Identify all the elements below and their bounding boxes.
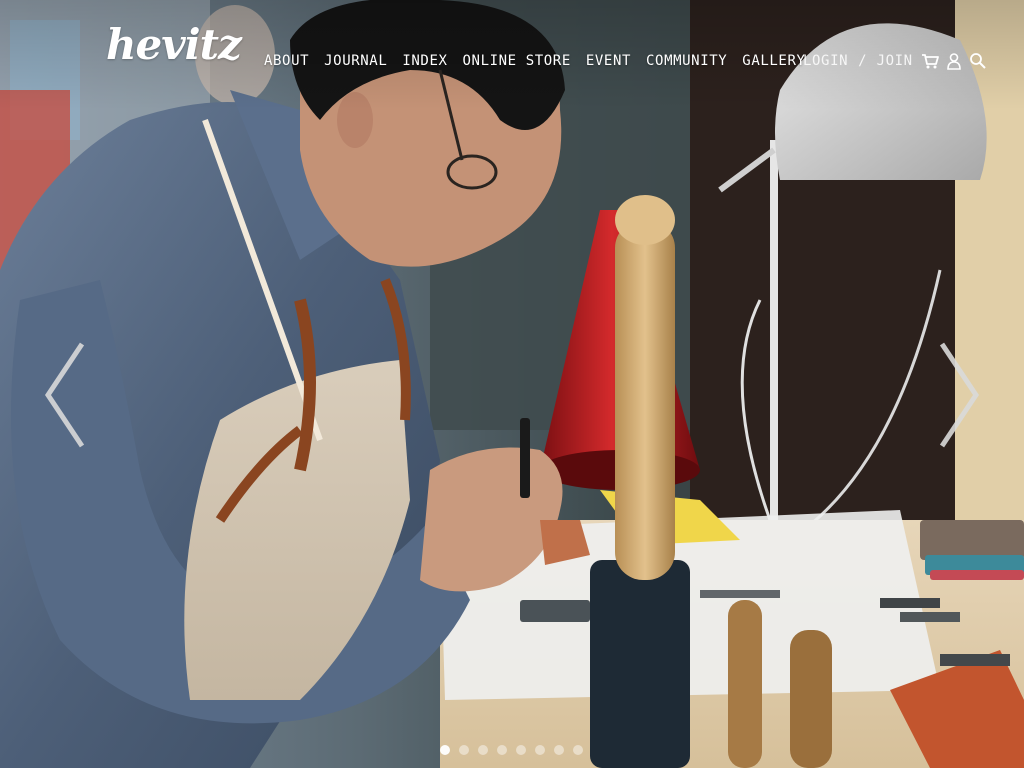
site-logo[interactable]: hevitz <box>106 24 242 66</box>
slider-dot[interactable] <box>535 745 545 755</box>
site-header: hevitz ABOUT JOURNAL INDEX ONLINE STORE … <box>0 0 1024 110</box>
join-link[interactable]: JOIN <box>877 52 913 70</box>
slider-dot[interactable] <box>554 745 564 755</box>
slider-dot[interactable] <box>516 745 526 755</box>
slider-dot[interactable] <box>497 745 507 755</box>
nav-item-online-store[interactable]: ONLINE STORE <box>463 52 571 70</box>
slider-dot[interactable] <box>478 745 488 755</box>
login-join-separator: / <box>858 53 867 69</box>
slider-dot[interactable] <box>440 745 450 755</box>
slider-next-button[interactable] <box>936 340 984 450</box>
nav-item-journal[interactable]: JOURNAL <box>324 52 387 70</box>
nav-item-event[interactable]: EVENT <box>586 52 631 70</box>
nav-item-community[interactable]: COMMUNITY <box>646 52 727 70</box>
slider-dot[interactable] <box>573 745 583 755</box>
slider-dot[interactable] <box>459 745 469 755</box>
chevron-right-icon <box>939 342 980 448</box>
search-icon[interactable] <box>969 52 987 70</box>
user-icon[interactable] <box>945 52 963 70</box>
chevron-left-icon <box>44 342 85 448</box>
login-link[interactable]: LOGIN <box>803 52 848 70</box>
slider-pagination <box>440 745 583 755</box>
main-nav: ABOUT JOURNAL INDEX ONLINE STORE EVENT C… <box>264 52 821 70</box>
hero-slide-image <box>0 0 1024 768</box>
workshop-scene <box>0 0 1024 768</box>
slider-prev-button[interactable] <box>40 340 88 450</box>
nav-item-gallery[interactable]: GALLERY <box>742 52 805 70</box>
account-nav: LOGIN / JOIN <box>803 52 987 70</box>
nav-item-index[interactable]: INDEX <box>402 52 447 70</box>
cart-icon[interactable] <box>921 52 939 70</box>
nav-item-about[interactable]: ABOUT <box>264 52 309 70</box>
